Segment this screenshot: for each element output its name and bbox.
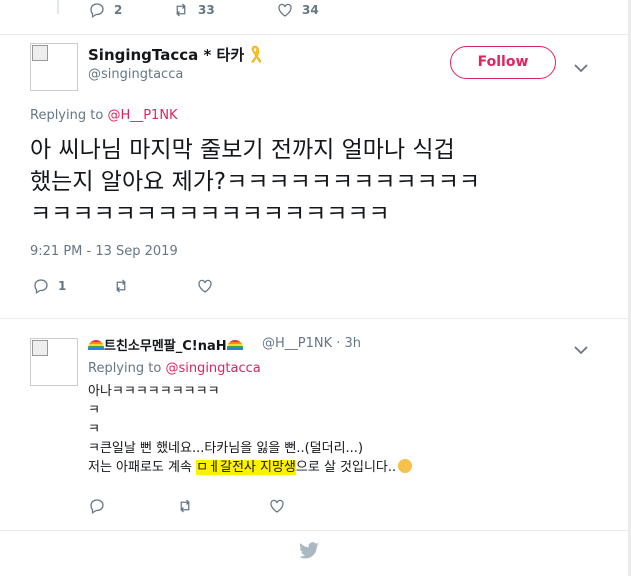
rainbow-icon (226, 340, 243, 350)
tweet-text: 아 씨나님 마지막 줄보기 전까지 얼마나 식겁 했는지 알아요 제가?ㅋㅋㅋㅋ… (30, 137, 481, 227)
reply-icon (34, 279, 48, 294)
prev-reply-count: 2 (114, 3, 123, 17)
reply-count: 1 (58, 279, 67, 293)
reply-line: 아나ㅋㅋㅋㅋㅋㅋㅋㅋㅋ (88, 384, 220, 399)
prev-retweet-button[interactable]: 33 (172, 1, 272, 19)
rainbow-icon (88, 340, 104, 350)
retweet-icon (116, 279, 126, 293)
chevron-down-icon (574, 64, 588, 73)
retweet-button[interactable] (112, 277, 192, 295)
smiling-face-icon (398, 459, 413, 473)
prev-retweet-count: 33 (198, 3, 215, 17)
highlighted-text: ㅁㅔ갈전사 지망생 (196, 460, 296, 475)
reply-author-name[interactable]: 트친소무멘팔_C!naH (88, 335, 243, 354)
tweet-author-name-text: SingingTacca * 타카 (88, 46, 245, 64)
chevron-down-icon (574, 346, 588, 355)
prev-like-button[interactable]: 34 (276, 1, 356, 19)
replying-to-prefix: Replying to (30, 108, 108, 123)
twitter-bird-icon (299, 542, 319, 559)
reply-line: ㅋ (88, 403, 100, 418)
follow-button[interactable]: Follow (450, 46, 556, 79)
heart-icon (278, 3, 292, 17)
reply-author-handle[interactable]: @H__P1NK · 3h (262, 336, 361, 351)
reply-icon (90, 499, 104, 514)
retweet-icon (176, 3, 186, 17)
divider (0, 318, 628, 319)
reply-line: ㅋ큰일날 뻔 했네요...타카님을 잃을 뻔..(덜더리...) (88, 441, 364, 456)
replying-to-link[interactable]: @H__P1NK (107, 108, 177, 123)
reply-like-button[interactable] (268, 497, 348, 515)
tweet-author-name[interactable]: SingingTacca * 타카 (88, 44, 262, 65)
reply-line: 으로 살 것입니다.. (295, 460, 397, 475)
prev-like-count: 34 (302, 3, 319, 17)
tweet-author-handle[interactable]: @singingtacca (88, 67, 183, 82)
thread-line (57, 0, 59, 14)
reply-more-button[interactable] (574, 340, 588, 355)
reply-reply-button[interactable] (88, 497, 176, 515)
heart-icon (270, 499, 284, 513)
reply-button[interactable]: 1 (32, 277, 112, 295)
yellow-ribbon-icon (251, 45, 262, 63)
reply-icon (90, 3, 104, 18)
reply-retweet-button[interactable] (176, 497, 264, 515)
prev-tweet-actions: 2 33 34 (88, 0, 356, 20)
reply-text: 아나ㅋㅋㅋㅋㅋㅋㅋㅋㅋ ㅋ ㅋ ㅋ큰일날 뻔 했네요...타카님을 잃을 뻔..… (88, 382, 413, 477)
avatar[interactable] (30, 43, 78, 91)
replying-to: Replying to @H__P1NK (30, 108, 178, 123)
reply-avatar[interactable] (30, 338, 78, 386)
reply-replying-to: Replying to @singingtacca (88, 361, 261, 376)
divider (0, 34, 628, 35)
retweet-icon (180, 499, 190, 513)
prev-reply-button[interactable]: 2 (88, 1, 148, 19)
reply-replying-link[interactable]: @singingtacca (165, 361, 260, 376)
tweet-actions: 1 (32, 276, 276, 296)
reply-line: 저는 아패로도 계속 (88, 460, 197, 475)
heart-icon (198, 279, 212, 293)
reply-author-name-text: 트친소무멘팔_C!naH (104, 339, 227, 354)
reply-replying-prefix: Replying to (88, 361, 166, 376)
reply-actions (88, 496, 348, 516)
reply-line: ㅋ (88, 422, 100, 437)
tweet-timestamp[interactable]: 9:21 PM - 13 Sep 2019 (30, 244, 178, 259)
like-button[interactable] (196, 277, 276, 295)
tweet-more-button[interactable] (574, 58, 588, 73)
divider (0, 530, 628, 531)
